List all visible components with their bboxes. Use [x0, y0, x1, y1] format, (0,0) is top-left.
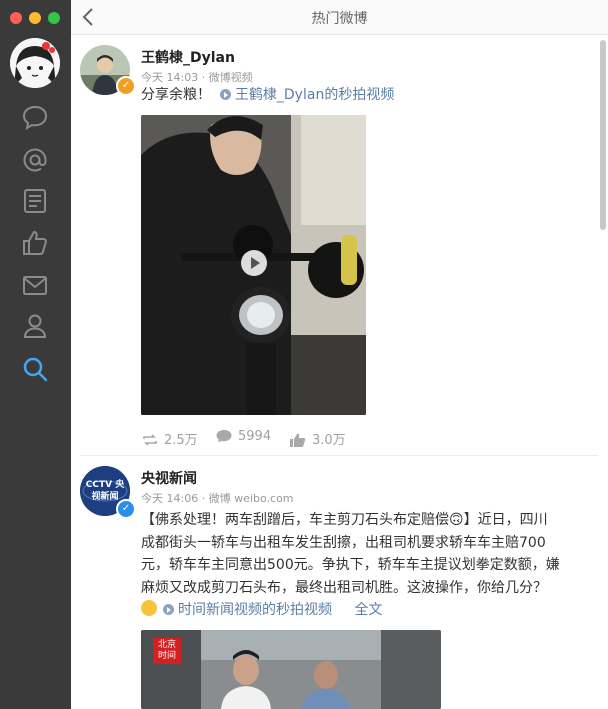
comment-button[interactable]: 5994	[215, 429, 271, 444]
comment-bubble-icon	[216, 430, 232, 443]
video-thumbnail[interactable]	[141, 115, 366, 415]
post-text-line: 元，轿车车主同意出500元。争执下，轿车车主提议划拳定数额，嫌	[141, 557, 560, 573]
verified-badge-icon: ✓	[116, 499, 136, 519]
emoji-icon	[141, 600, 157, 616]
comment-count: 5994	[238, 429, 272, 444]
close-window-button[interactable]	[10, 12, 22, 24]
post-card: ✓ 王鹤棣_Dylan 今天 14:03 · 微博视频 分享余粮！ 王鹤棣_Dy…	[80, 45, 598, 450]
post-card: CCTV 央视新闻 ✓ 央视新闻 今天 14:06 · 微博 weibo.com…	[80, 466, 598, 709]
avatar-logo-text: CCTV 央视新闻	[85, 480, 125, 502]
play-icon	[163, 604, 174, 615]
like-count: 3.0万	[312, 433, 346, 448]
title-bar: 热门微博	[71, 0, 608, 35]
repost-button[interactable]: 2.5万	[141, 429, 198, 448]
video-link-label: 时间新闻视频的秒拍视频	[178, 602, 332, 618]
video-link[interactable]: 时间新闻视频的秒拍视频	[163, 602, 332, 618]
profile-icon[interactable]	[20, 311, 50, 341]
post-text-line: 【佛系处理！两车刮蹭后，车主剪刀石头布定赔偿🙃】近日，四川	[141, 512, 548, 528]
post-text-line: 麻烦又改成剪刀石头布，最终出租司机胜。这波操作，你给几分？	[141, 579, 547, 596]
play-icon	[219, 89, 231, 100]
post-meta: 今天 14:06 · 微博 weibo.com	[141, 492, 294, 505]
video-thumbnail[interactable]: 北京时间	[141, 630, 441, 709]
zoom-window-button[interactable]	[48, 12, 60, 24]
post-text: 【佛系处理！两车刮蹭后，车主剪刀石头布定赔偿🙃】近日，四川 成都街头一轿车与出租…	[141, 509, 591, 622]
video-link-label: 王鹤棣_Dylan的秒拍视频	[234, 87, 395, 103]
author-name[interactable]: 央视新闻	[141, 468, 197, 488]
video-source-badge: 北京时间	[153, 638, 181, 664]
repost-count: 2.5万	[164, 433, 198, 448]
play-button-icon[interactable]	[241, 250, 267, 276]
verified-badge-icon: ✓	[116, 76, 136, 96]
author-name[interactable]: 王鹤棣_Dylan	[141, 47, 235, 67]
minimize-window-button[interactable]	[29, 12, 41, 24]
like-button[interactable]: 3.0万	[289, 429, 346, 448]
post-meta: 今天 14:03 · 微博视频	[141, 71, 253, 84]
post-divider	[80, 455, 598, 456]
sidebar	[0, 0, 71, 709]
post-body: 分享余粮！	[141, 87, 211, 103]
document-icon[interactable]	[20, 186, 50, 216]
video-link[interactable]: 王鹤棣_Dylan的秒拍视频	[219, 87, 395, 103]
scrollbar[interactable]	[600, 40, 606, 230]
my-avatar[interactable]	[10, 38, 60, 88]
post-text: 分享余粮！ 王鹤棣_Dylan的秒拍视频	[141, 84, 394, 106]
comment-icon[interactable]	[20, 102, 50, 132]
mail-icon[interactable]	[20, 270, 50, 300]
full-text-link[interactable]: 全文	[354, 602, 382, 618]
mention-icon[interactable]	[20, 145, 50, 175]
thumbs-up-icon[interactable]	[20, 228, 50, 258]
page-title: 热门微博	[311, 11, 368, 27]
like-icon	[290, 433, 306, 447]
repost-icon	[143, 434, 157, 446]
search-icon[interactable]	[20, 354, 50, 384]
post-link-row: 时间新闻视频的秒拍视频 全文	[141, 599, 591, 622]
post-text-line: 成都街头一轿车与出租车发生刮擦，出租司机要求轿车车主赔700	[141, 534, 546, 551]
